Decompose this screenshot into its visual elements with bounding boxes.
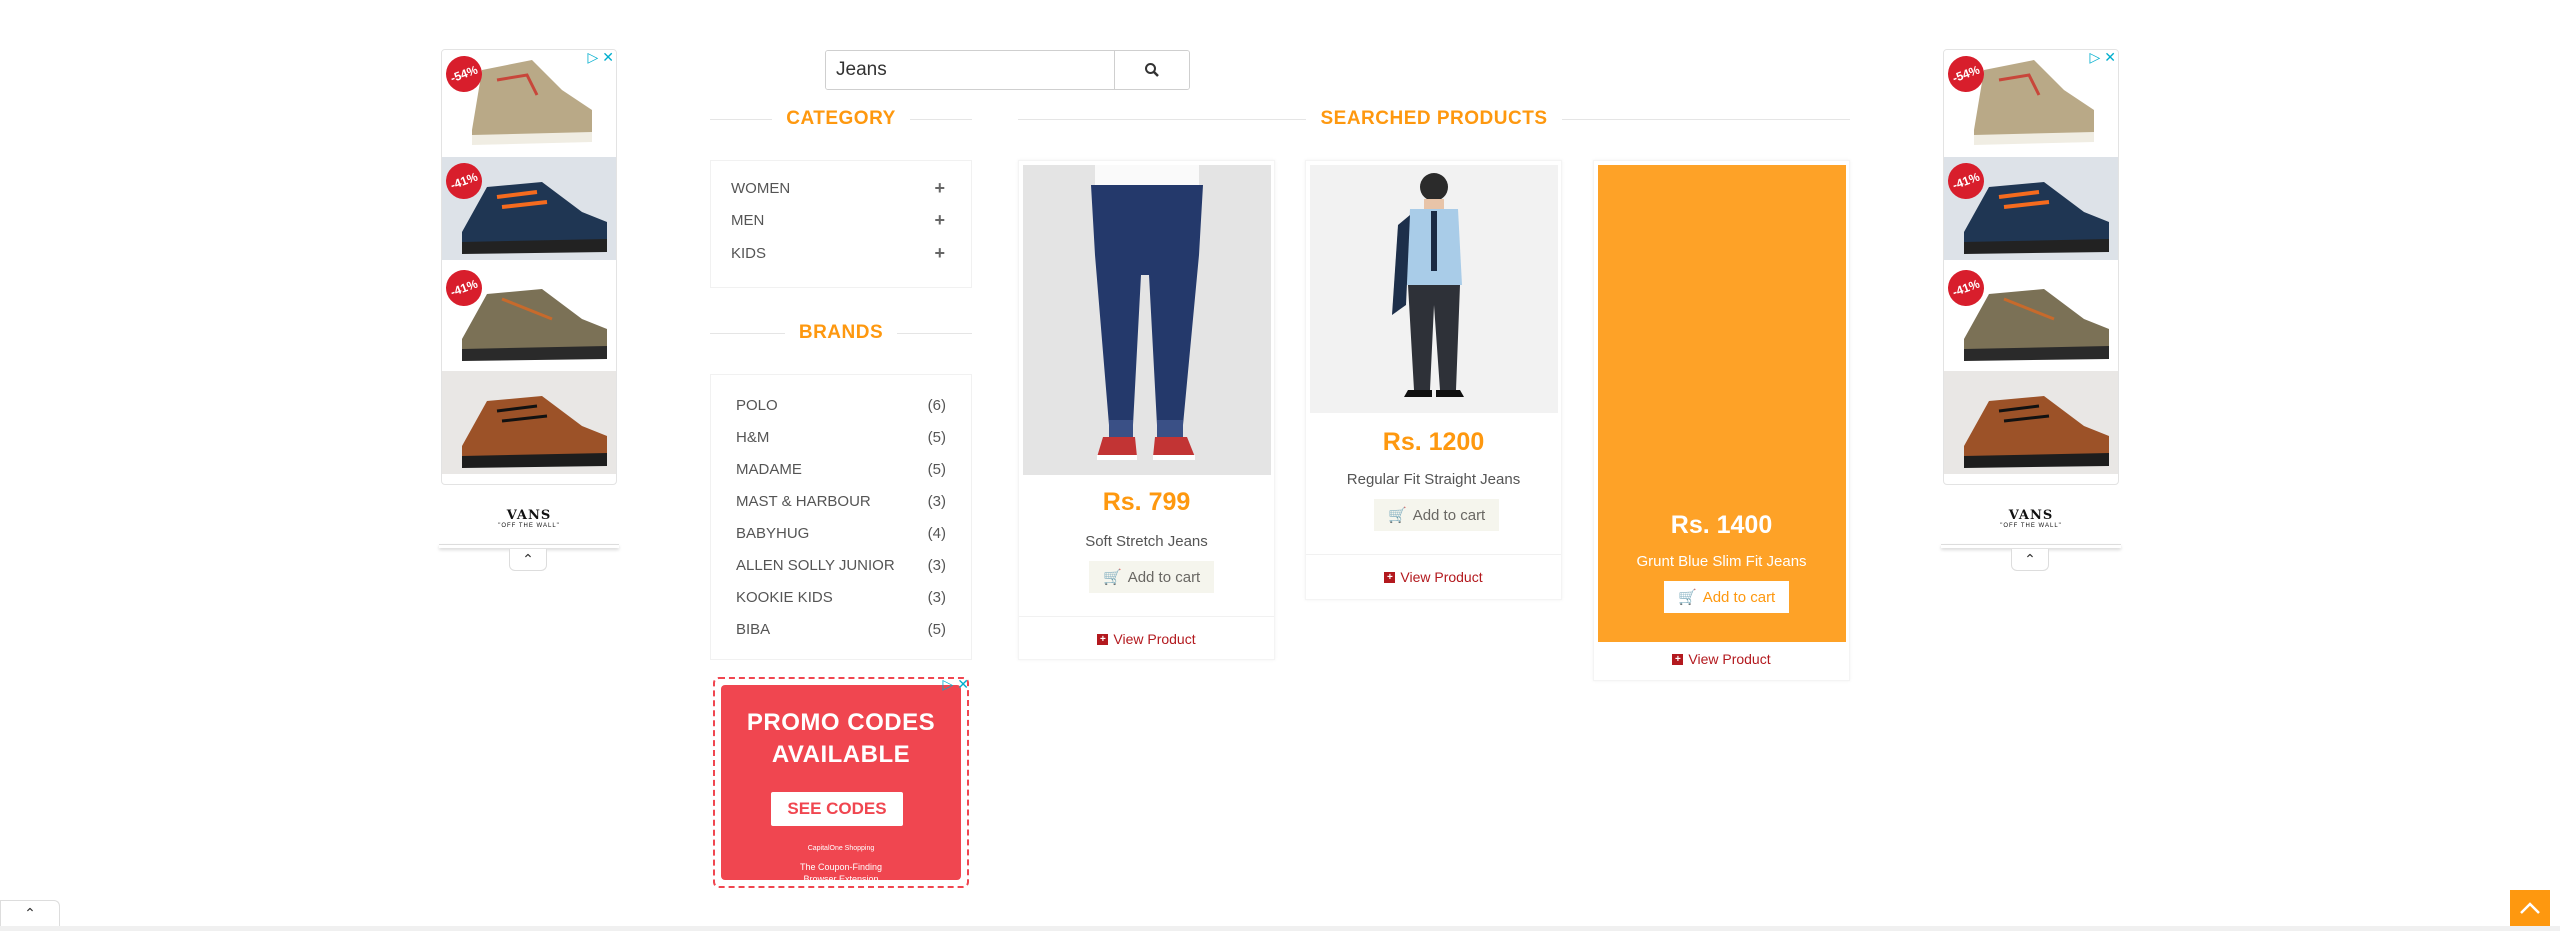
card-divider [1019,616,1274,617]
jeans-image [1023,165,1271,475]
see-codes-button[interactable]: SEE CODES [771,792,903,826]
expand-bottom-ad-button[interactable]: ⌃ [0,900,60,926]
promo-title: PROMO CODES AVAILABLE [746,709,936,768]
collapse-ad-button[interactable]: ⌃ [2011,549,2049,571]
shoe-ad-tile[interactable]: -41% [1944,264,2118,369]
plus-icon[interactable]: + [934,178,945,199]
adchoices-icon[interactable]: ▷ [942,677,953,691]
search-bar [825,50,1190,90]
plus-icon[interactable]: + [934,243,945,264]
chevron-up-icon: ⌃ [2024,551,2036,567]
close-icon[interactable]: ✕ [602,50,614,64]
shoe-ad-tile[interactable]: -41% [442,157,616,262]
brand-item-madame[interactable]: MADAME (5) [736,457,946,481]
side-ad-left[interactable]: ▷ ✕ -54% -41% -41% [441,49,617,485]
shoe-ad-tile[interactable] [1944,371,2118,476]
brand-item-kookie-kids[interactable]: KOOKIE KIDS (3) [736,585,946,609]
promo-banner[interactable]: PROMO CODES AVAILABLE SEE CODES CapitalOn… [721,685,961,884]
collapse-ad-button[interactable]: ⌃ [509,549,547,571]
category-heading: CATEGORY [710,104,972,134]
cart-icon: 🛒 [1678,589,1697,606]
chevron-up-icon: ⌃ [24,905,36,921]
product-card[interactable]: Rs. 1200 Regular Fit Straight Jeans 🛒 Add… [1305,160,1562,600]
add-to-cart-button[interactable]: 🛒 Add to cart [1374,499,1500,531]
shoe-ad-tile[interactable]: -41% [442,264,616,369]
brand-item-hm[interactable]: H&M (5) [736,425,946,449]
footer-edge [0,926,2560,931]
brand-item-allen-solly-junior[interactable]: ALLEN SOLLY JUNIOR (3) [736,553,946,577]
plus-square-icon: + [1672,653,1684,665]
plus-square-icon: + [1384,571,1396,583]
product-price: Rs. 1400 [1670,511,1773,539]
product-name: Regular Fit Straight Jeans [1346,471,1521,488]
promo-brand: CapitalOne Shopping [807,845,875,852]
plus-square-icon: + [1097,633,1109,645]
category-item-men[interactable]: MEN + [731,208,945,232]
promo-ad[interactable]: ▷ ✕ PROMO CODES AVAILABLE SEE CODES Capita… [713,677,969,888]
plus-icon[interactable]: + [934,210,945,231]
brand-item-babyhug[interactable]: BABYHUG (4) [736,521,946,545]
category-item-kids[interactable]: KIDS + [731,241,945,265]
add-to-cart-button[interactable]: 🛒 Add to cart [1089,561,1215,593]
adchoices-icon[interactable]: ▷ [2089,50,2100,64]
side-ad-right[interactable]: ▷ ✕ -54% -41% -41% [1943,49,2119,485]
product-card[interactable]: Rs. 799 Soft Stretch Jeans 🛒 Add to cart … [1018,160,1275,660]
view-product-link[interactable]: + View Product [1306,569,1561,585]
search-icon [1145,63,1159,77]
product-name: Soft Stretch Jeans [1085,533,1208,550]
brand-item-mast-harbour[interactable]: MAST & HARBOUR (3) [736,489,946,513]
ad-choices[interactable]: ▷ ✕ [942,677,969,691]
ad-shelf [439,544,619,548]
product-name: Grunt Blue Slim Fit Jeans [1636,553,1807,570]
card-divider [1306,554,1561,555]
model-image [1310,165,1558,413]
product-price: Rs. 799 [1102,488,1191,516]
category-item-women[interactable]: WOMEN + [731,176,945,200]
brand-item-polo[interactable]: POLO (6) [736,393,946,417]
close-icon[interactable]: ✕ [957,677,969,691]
brands-panel: POLO (6) H&M (5) MADAME (5) MAST & HARBOUR(… [710,374,972,660]
shoe-image [1944,371,2118,474]
brands-heading: BRANDS [710,318,972,348]
shoe-ad-tile[interactable] [442,371,616,476]
product-hover-overlay[interactable] [1598,165,1846,642]
product-image[interactable] [1023,165,1271,475]
shoe-ad-tile[interactable]: -54% [1944,50,2118,155]
add-to-cart-button[interactable]: 🛒 Add to cart [1664,581,1790,613]
close-icon[interactable]: ✕ [2104,50,2116,64]
product-image[interactable] [1310,165,1558,413]
view-product-link[interactable]: + View Product [1019,631,1274,647]
promo-tagline: The Coupon-Finding Browser Extension [799,862,883,884]
brand-logo[interactable]: VANS "OFF THE WALL" [441,508,617,529]
shoe-image [442,371,616,474]
searched-products-heading: SEARCHED PRODUCTS [1018,104,1850,134]
cart-icon: 🛒 [1388,507,1407,524]
ad-choices[interactable]: ▷ ✕ [587,50,614,64]
search-button[interactable] [1114,51,1189,89]
ad-shelf [1941,544,2121,548]
shoe-ad-tile[interactable]: -54% [442,50,616,155]
product-price: Rs. 1200 [1382,428,1485,456]
search-input[interactable] [826,51,1114,89]
brand-logo[interactable]: VANS "OFF THE WALL" [1943,508,2119,529]
adchoices-icon[interactable]: ▷ [587,50,598,64]
brand-item-biba[interactable]: BIBA (5) [736,617,946,641]
cart-icon: 🛒 [1103,569,1122,586]
chevron-up-icon: ⌃ [522,551,534,567]
scroll-to-top-button[interactable] [2510,890,2550,926]
chevron-up-icon [2520,902,2540,914]
product-card[interactable]: Rs. 1400 Grunt Blue Slim Fit Jeans 🛒 Add … [1593,160,1850,681]
shoe-ad-tile[interactable]: -41% [1944,157,2118,262]
view-product-link[interactable]: + View Product [1594,651,1849,667]
category-panel: WOMEN + MEN + KIDS + [710,160,972,288]
ad-choices[interactable]: ▷ ✕ [2089,50,2116,64]
